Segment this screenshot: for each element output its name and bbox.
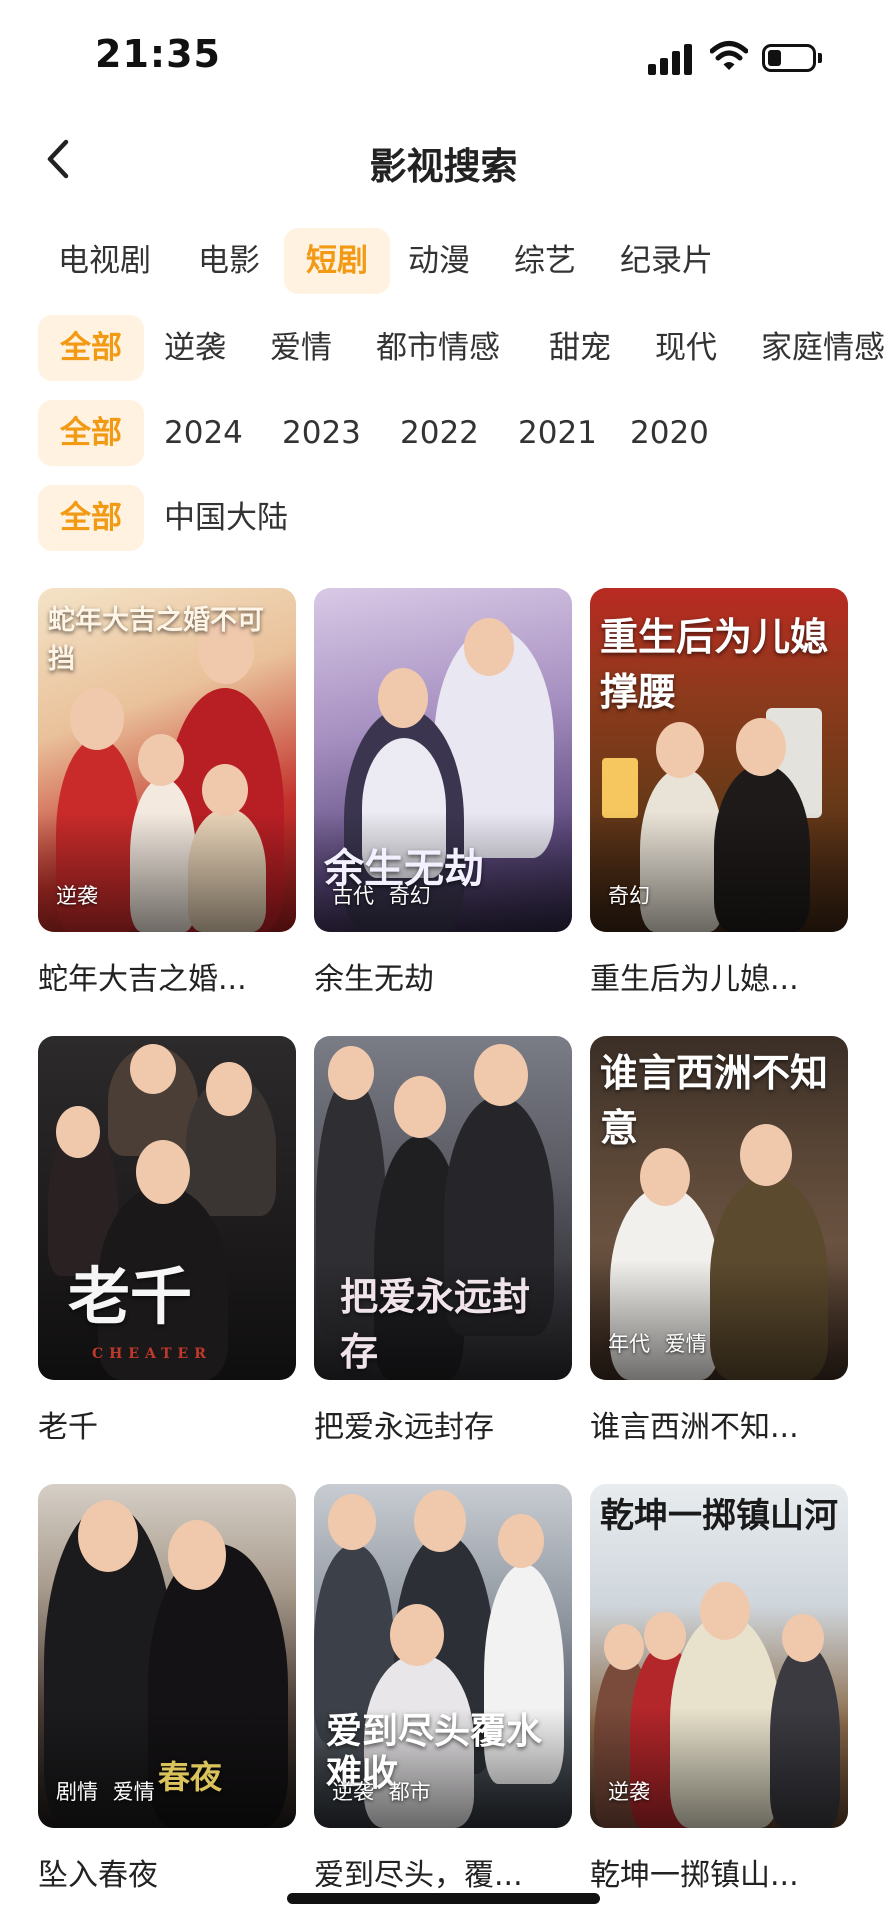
genre-filter-urban-emotion[interactable]: 都市情感 [376,315,500,381]
poster-image[interactable]: 重生后为儿媳撑腰 奇幻 [590,588,848,932]
year-filter-2021[interactable]: 2021 [518,400,597,466]
card-title[interactable]: 爱到尽头，覆... [314,1850,572,1894]
genre-filter-family-emotion[interactable]: 家庭情感 [761,315,885,381]
year-filter-2024[interactable]: 2024 [164,400,243,466]
tab-movie[interactable]: 电影 [198,228,260,294]
tag-list: 逆袭 [608,1776,658,1806]
tag: 剧情 [56,1780,98,1804]
tab-anime[interactable]: 动漫 [408,228,470,294]
poster-title-text: 重生后为儿媳撑腰 [600,614,829,714]
home-indicator[interactable] [287,1893,600,1904]
card-title[interactable]: 谁言西洲不知... [590,1402,848,1446]
tag: 古代 [332,884,374,908]
tag-list: 剧情 爱情 [56,1776,163,1806]
card-title[interactable]: 坠入春夜 [38,1850,296,1894]
battery-level [768,50,781,66]
cellular-signal-icon [648,43,694,75]
wifi-icon [709,40,749,76]
tab-short-drama[interactable]: 短剧 [284,228,390,294]
genre-filter-row: 全部 逆袭 爱情 都市情感 甜宠 现代 家庭情感 [0,315,887,381]
card-title[interactable]: 老千 [38,1402,296,1446]
tag: 逆袭 [608,1780,650,1804]
year-filter-2020[interactable]: 2020 [630,400,709,466]
card-title[interactable]: 重生后为儿媳... [590,954,848,998]
tag: 逆袭 [56,884,98,908]
tag: 逆袭 [332,1780,374,1804]
tag: 奇幻 [388,884,431,908]
card-title[interactable]: 余生无劫 [314,954,572,998]
region-filter-row: 全部 中国大陆 [0,485,887,551]
card-title[interactable]: 乾坤一掷镇山... [590,1850,848,1894]
tab-variety[interactable]: 综艺 [514,228,576,294]
poster-image[interactable]: 爱到尽头覆水难收 逆袭 都市 [314,1484,572,1828]
genre-filter-all[interactable]: 全部 [38,315,144,381]
region-filter-mainland-china[interactable]: 中国大陆 [164,485,288,551]
year-filter-all[interactable]: 全部 [38,400,144,466]
year-filter-2022[interactable]: 2022 [400,400,479,466]
status-bar: 21:35 [0,0,887,110]
region-filter-all[interactable]: 全部 [38,485,144,551]
tab-tv-series[interactable]: 电视剧 [58,228,151,294]
poster-image[interactable]: 谁言西洲不知意 年代 爱情 [590,1036,848,1380]
tag-list: 奇幻 [608,880,658,910]
genre-filter-comeback[interactable]: 逆袭 [164,315,226,381]
poster-image[interactable]: 把爱永远封存 [314,1036,572,1380]
tag: 都市 [388,1780,431,1804]
genre-filter-romance[interactable]: 爱情 [270,315,332,381]
poster-title-text: 谁言西洲不知意 [600,1050,829,1150]
card-title[interactable]: 把爱永远封存 [314,1402,572,1446]
poster-image[interactable]: 老千 CHEATER [38,1036,296,1380]
tag-list: 年代 爱情 [608,1328,715,1358]
poster-title-text: 春夜 [158,1758,223,1796]
page-title: 影视搜索 [369,145,518,188]
tag: 爱情 [112,1780,155,1804]
tag: 爱情 [664,1332,707,1356]
tab-documentary[interactable]: 纪录片 [620,228,713,294]
poster-title-text: 把爱永远封存 [340,1274,531,1374]
header: 影视搜索 [0,120,887,200]
year-filter-row: 全部 2024 2023 2022 2021 2020 [0,400,887,466]
tag-list: 逆袭 都市 [332,1776,439,1806]
card-title[interactable]: 蛇年大吉之婚... [38,954,296,998]
battery-cap [818,53,822,63]
tag-list: 古代 奇幻 [332,880,439,910]
poster-title-text: 乾坤一掷镇山河 [600,1496,838,1536]
poster-subtitle-text: CHEATER [92,1346,212,1362]
poster-image[interactable]: 蛇年大吉之婚不可挡 逆袭 [38,588,296,932]
poster-title-text: 老千 [68,1260,193,1333]
poster-title-text: 蛇年大吉之婚不可挡 [48,605,264,675]
year-filter-2023[interactable]: 2023 [282,400,361,466]
poster-image[interactable]: 乾坤一掷镇山河 逆袭 [590,1484,848,1828]
battery-icon [762,44,816,72]
status-time: 21:35 [95,32,221,76]
tag-list: 逆袭 [56,880,106,910]
genre-filter-sweet[interactable]: 甜宠 [549,315,611,381]
tag: 年代 [608,1332,650,1356]
poster-image[interactable]: 春夜 剧情 爱情 [38,1484,296,1828]
poster-image[interactable]: 余生无劫 古代 奇幻 [314,588,572,932]
genre-filter-modern[interactable]: 现代 [655,315,717,381]
tag: 奇幻 [608,884,650,908]
category-tabs: 电视剧 电影 短剧 动漫 综艺 纪录片 [0,228,887,294]
